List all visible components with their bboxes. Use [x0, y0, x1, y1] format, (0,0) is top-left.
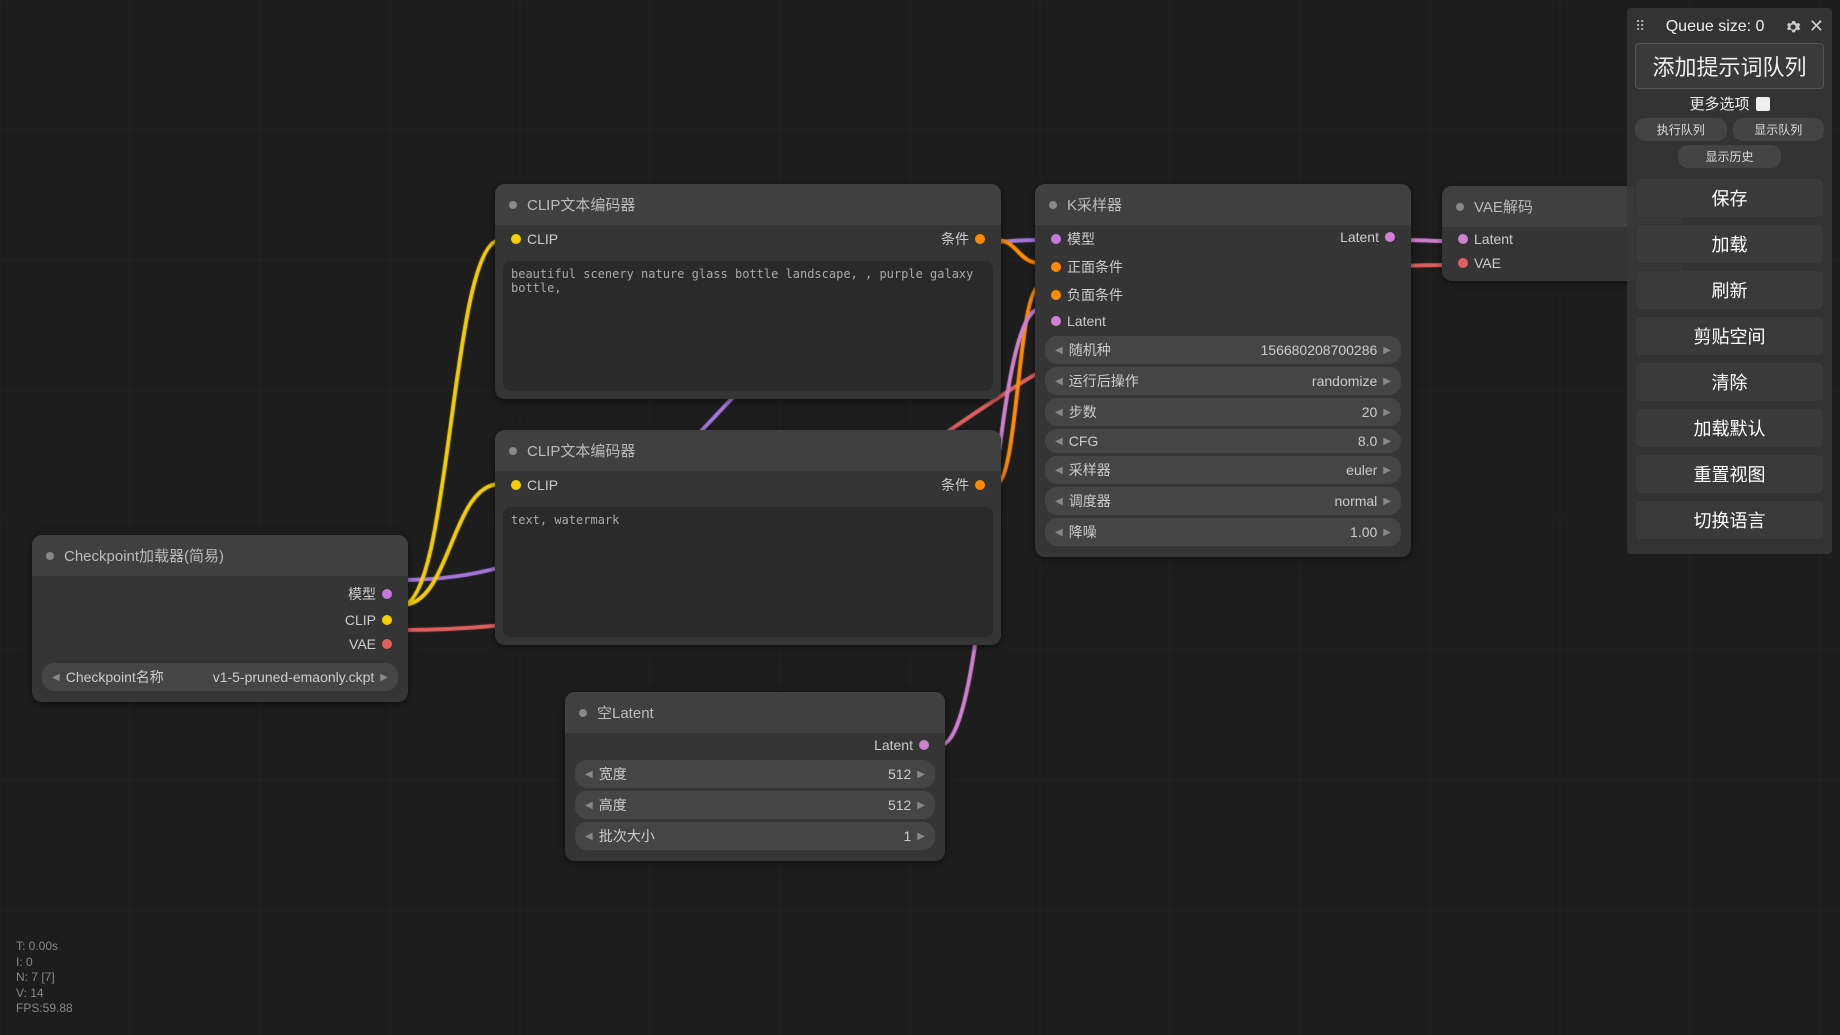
drag-handle-icon[interactable]: ⠿: [1635, 18, 1645, 35]
node-title: 空Latent: [597, 702, 654, 723]
output-latent[interactable]: Latent: [1330, 225, 1411, 249]
node-header[interactable]: CLIP文本编码器: [495, 430, 1001, 471]
widget-调度器[interactable]: ◀调度器normal▶: [1045, 487, 1401, 515]
stats-overlay: T: 0.00sI: 0N: 7 [7]V: 14FPS:59.88: [16, 939, 73, 1017]
input-positive[interactable]: 正面条件: [1035, 253, 1330, 281]
node-header[interactable]: Checkpoint加载器(简易): [32, 535, 408, 576]
node-header[interactable]: 空Latent: [565, 692, 945, 733]
node-clip-encoder-2[interactable]: CLIP文本编码器 CLIP 条件 text, watermark: [495, 430, 1001, 645]
panel-action-button[interactable]: 重置视图: [1635, 454, 1824, 494]
widget-降噪[interactable]: ◀降噪1.00▶: [1045, 518, 1401, 546]
widget-运行后操作[interactable]: ◀运行后操作randomize▶: [1045, 367, 1401, 395]
collapse-dot[interactable]: [579, 709, 587, 717]
more-options[interactable]: 更多选项: [1635, 93, 1824, 114]
collapse-dot[interactable]: [509, 201, 517, 209]
show-history-button[interactable]: 显示历史: [1678, 145, 1782, 168]
panel-action-button[interactable]: 切换语言: [1635, 500, 1824, 540]
input-clip[interactable]: CLIP: [495, 225, 568, 253]
panel-action-button[interactable]: 清除: [1635, 362, 1824, 402]
prompt-textarea[interactable]: text, watermark: [503, 507, 993, 637]
close-icon[interactable]: ✕: [1809, 16, 1824, 37]
output-conditioning[interactable]: 条件: [931, 225, 1001, 253]
queue-size-label: Queue size: 0: [1666, 18, 1765, 36]
widget-宽度[interactable]: ◀宽度512▶: [575, 760, 935, 788]
node-title: CLIP文本编码器: [527, 440, 635, 461]
widget-高度[interactable]: ◀高度512▶: [575, 791, 935, 819]
node-layer: Checkpoint加载器(简易) 模型 CLIP VAE ◀Checkpoin…: [0, 0, 1840, 1035]
output-latent[interactable]: Latent: [565, 733, 945, 757]
widget-采样器[interactable]: ◀采样器euler▶: [1045, 456, 1401, 484]
node-ksampler[interactable]: K采样器 模型 正面条件 负面条件 Latent Latent ◀随机种1566…: [1035, 184, 1411, 557]
node-header[interactable]: CLIP文本编码器: [495, 184, 1001, 225]
collapse-dot[interactable]: [46, 552, 54, 560]
node-title: VAE解码: [1474, 196, 1533, 217]
widget-checkpoint-name[interactable]: ◀Checkpoint名称 v1-5-pruned-emaonly.ckpt▶: [42, 663, 398, 691]
checkbox-icon[interactable]: [1756, 97, 1770, 111]
input-clip[interactable]: CLIP: [495, 471, 568, 499]
prompt-textarea[interactable]: beautiful scenery nature glass bottle la…: [503, 261, 993, 391]
output-model[interactable]: 模型: [32, 580, 408, 608]
panel-action-button[interactable]: 刷新: [1635, 270, 1824, 310]
side-panel[interactable]: ⠿ Queue size: 0 ✕ 添加提示词队列 更多选项 执行队列 显示队列…: [1627, 8, 1832, 554]
widget-批次大小[interactable]: ◀批次大小1▶: [575, 822, 935, 850]
output-clip[interactable]: CLIP: [32, 608, 408, 632]
panel-action-button[interactable]: 加载默认: [1635, 408, 1824, 448]
exec-queue-button[interactable]: 执行队列: [1635, 118, 1727, 141]
widget-CFG[interactable]: ◀CFG8.0▶: [1045, 429, 1401, 453]
node-empty-latent[interactable]: 空Latent Latent ◀宽度512▶ ◀高度512▶ ◀批次大小1▶: [565, 692, 945, 861]
output-conditioning[interactable]: 条件: [931, 471, 1001, 499]
gear-icon[interactable]: [1785, 19, 1801, 35]
collapse-dot[interactable]: [1049, 201, 1057, 209]
widget-随机种[interactable]: ◀随机种156680208700286▶: [1045, 336, 1401, 364]
node-title: CLIP文本编码器: [527, 194, 635, 215]
panel-action-button[interactable]: 剪贴空间: [1635, 316, 1824, 356]
panel-action-button[interactable]: 加载: [1635, 224, 1824, 264]
node-title: K采样器: [1067, 194, 1122, 215]
node-clip-encoder-1[interactable]: CLIP文本编码器 CLIP 条件 beautiful scenery natu…: [495, 184, 1001, 399]
queue-prompt-button[interactable]: 添加提示词队列: [1635, 43, 1824, 89]
output-vae[interactable]: VAE: [32, 632, 408, 656]
input-latent[interactable]: Latent: [1035, 309, 1330, 333]
input-model[interactable]: 模型: [1035, 225, 1330, 253]
panel-action-button[interactable]: 保存: [1635, 178, 1824, 218]
widget-步数[interactable]: ◀步数20▶: [1045, 398, 1401, 426]
node-title: Checkpoint加载器(简易): [64, 545, 224, 566]
show-queue-button[interactable]: 显示队列: [1733, 118, 1825, 141]
node-header[interactable]: K采样器: [1035, 184, 1411, 225]
input-negative[interactable]: 负面条件: [1035, 281, 1330, 309]
collapse-dot[interactable]: [1456, 203, 1464, 211]
collapse-dot[interactable]: [509, 447, 517, 455]
node-checkpoint-loader[interactable]: Checkpoint加载器(简易) 模型 CLIP VAE ◀Checkpoin…: [32, 535, 408, 702]
